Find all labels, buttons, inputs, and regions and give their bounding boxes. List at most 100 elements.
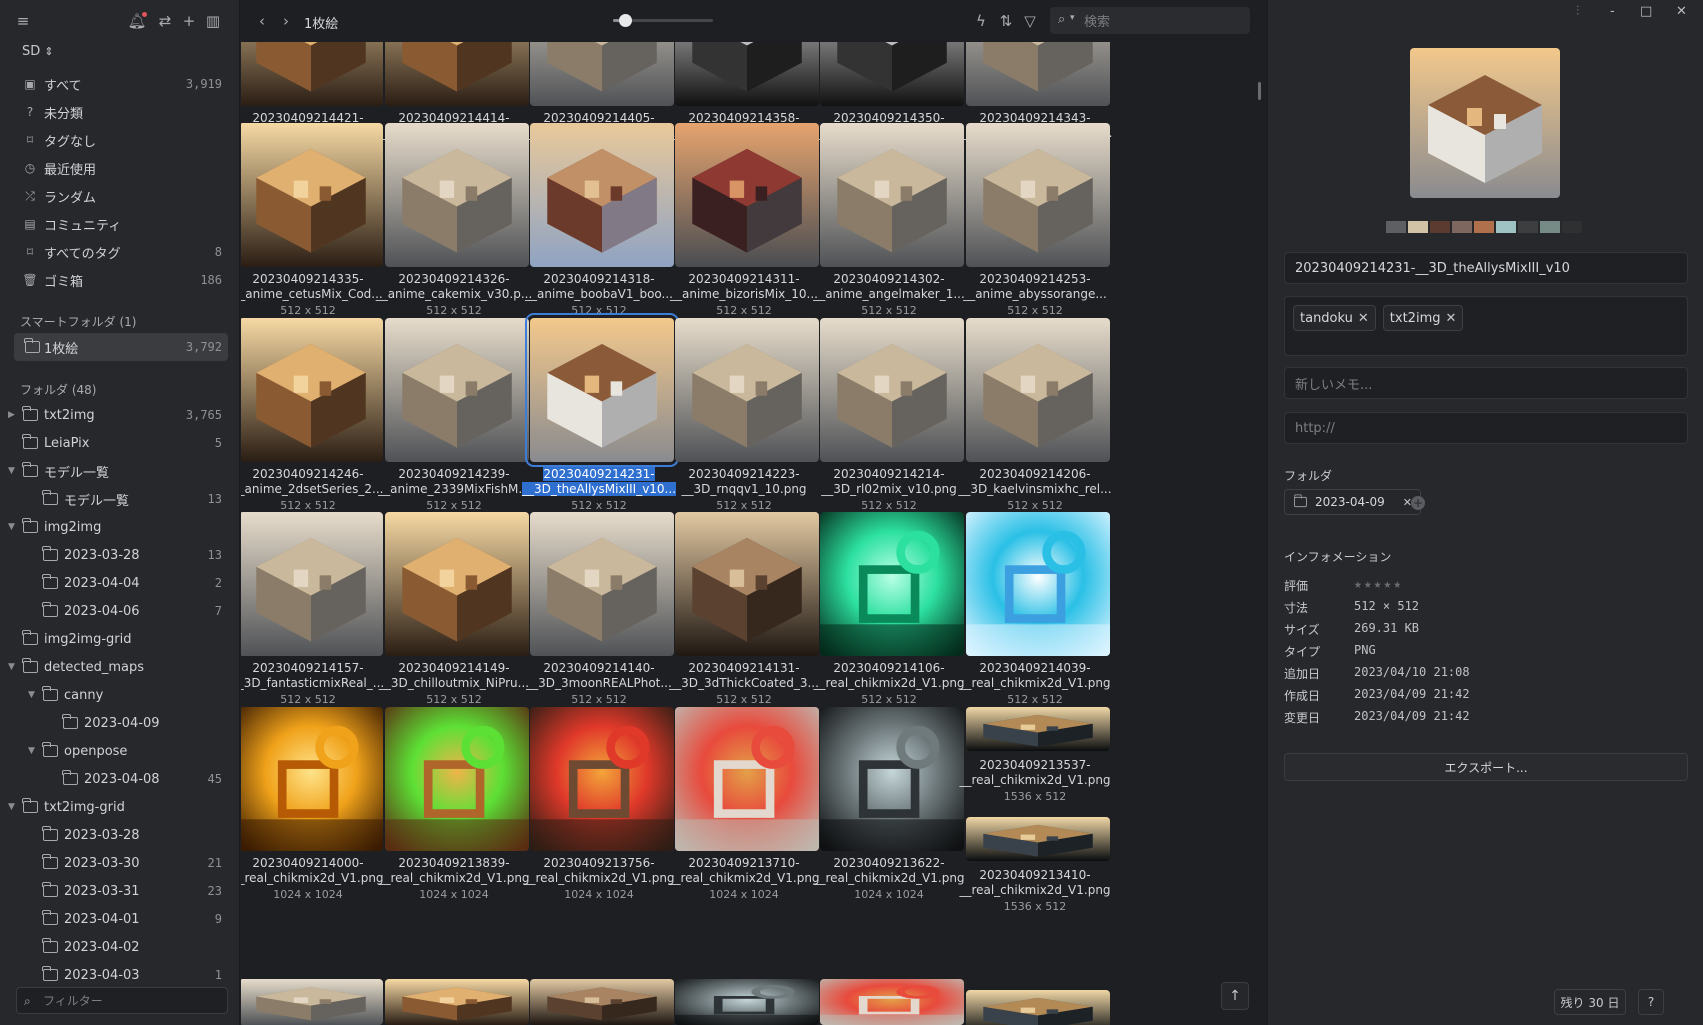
expand-arrow-icon[interactable]: ▼ <box>8 662 15 672</box>
close-window-button[interactable]: ✕ <box>1676 4 1687 19</box>
search-input[interactable]: ⌕ ▾ 検索 <box>1050 7 1250 34</box>
folder-item[interactable]: ▼ canny <box>0 681 240 709</box>
folder-item[interactable]: ▼ img2img <box>0 513 240 541</box>
menu-icon[interactable]: ≡ <box>14 12 32 30</box>
image-thumbnail[interactable] <box>385 707 529 851</box>
folder-item[interactable]: 2023-04-09 <box>0 709 240 737</box>
image-thumbnail[interactable] <box>241 123 383 267</box>
star-icon[interactable]: ★ <box>1354 577 1364 592</box>
image-preview[interactable] <box>1410 48 1560 198</box>
back-icon[interactable]: ‹ <box>253 12 271 30</box>
sidebar-item[interactable]: ▤ コミュニティ <box>0 210 240 238</box>
image-thumbnail[interactable] <box>530 512 674 656</box>
image-thumbnail[interactable] <box>820 979 964 1025</box>
sidebar-item[interactable]: ? 未分類 <box>0 98 240 126</box>
image-thumbnail[interactable] <box>530 123 674 267</box>
star-icon[interactable]: ★ <box>1393 577 1403 592</box>
add-icon[interactable]: + <box>180 12 198 30</box>
image-thumbnail[interactable] <box>241 42 383 106</box>
tag-chip[interactable]: tandoku ✕ <box>1293 305 1376 331</box>
help-button[interactable]: ? <box>1638 989 1664 1015</box>
image-thumbnail[interactable] <box>675 979 819 1025</box>
folder-item[interactable]: 2023-04-01 9 <box>0 905 240 933</box>
folder-item[interactable]: ▼ detected_maps <box>0 653 240 681</box>
image-thumbnail[interactable] <box>385 979 529 1025</box>
zoom-slider-knob[interactable] <box>619 14 632 27</box>
image-thumbnail[interactable] <box>530 42 674 106</box>
image-thumbnail[interactable] <box>820 707 964 851</box>
folder-item[interactable]: 2023-03-28 13 <box>0 541 240 569</box>
smart-folder-item-1maie[interactable]: 1枚絵 3,792 <box>14 333 228 361</box>
folder-item[interactable]: ▼ モデル一覧 <box>0 457 240 485</box>
sidebar-item[interactable]: ▣ すべて 3,919 <box>0 70 240 98</box>
sidebar-item[interactable]: ⌑ すべてのタグ 8 <box>0 238 240 266</box>
scroll-to-top-button[interactable]: ↑ <box>1221 982 1249 1010</box>
sidebar-item[interactable]: ⤮ ランダム <box>0 182 240 210</box>
sidebar-item[interactable]: ⌑ タグなし <box>0 126 240 154</box>
folder-item[interactable]: 2023-04-08 45 <box>0 765 240 793</box>
image-thumbnail[interactable] <box>966 707 1110 751</box>
folder-item[interactable]: 2023-03-31 23 <box>0 877 240 905</box>
star-icon[interactable]: ★ <box>1383 577 1393 592</box>
image-thumbnail[interactable] <box>966 318 1110 462</box>
folder-item[interactable]: ▼ openpose <box>0 737 240 765</box>
folder-item[interactable]: 2023-03-28 <box>0 821 240 849</box>
folder-item[interactable]: LeiaPix 5 <box>0 429 240 457</box>
sidebar-item[interactable]: 🗑︎ ゴミ箱 186 <box>0 266 240 294</box>
image-thumbnail[interactable] <box>820 512 964 656</box>
tag-chip[interactable]: txt2img ✕ <box>1382 305 1464 331</box>
folder-item[interactable]: 2023-04-02 <box>0 933 240 961</box>
image-thumbnail[interactable] <box>241 512 383 656</box>
image-thumbnail[interactable] <box>675 707 819 851</box>
folder-item[interactable]: img2img-grid <box>0 625 240 653</box>
lightning-icon[interactable]: ϟ <box>972 12 990 30</box>
color-swatch[interactable] <box>1386 221 1406 233</box>
forward-icon[interactable]: › <box>277 12 295 30</box>
zoom-slider[interactable] <box>613 14 713 27</box>
library-selector[interactable]: SD ⇕ <box>22 44 54 59</box>
image-thumbnail[interactable] <box>966 990 1110 1025</box>
filter-input[interactable]: ⌕ フィルター <box>16 987 228 1014</box>
image-thumbnail[interactable] <box>966 42 1110 106</box>
add-folder-icon[interactable]: + <box>1411 496 1425 510</box>
folder-item[interactable]: 2023-04-04 2 <box>0 569 240 597</box>
trial-remaining-badge[interactable]: 残り 30 日 <box>1554 989 1626 1015</box>
expand-arrow-icon[interactable]: ▼ <box>28 746 35 756</box>
image-thumbnail[interactable] <box>525 313 679 467</box>
layout-toggle-icon[interactable]: ▥ <box>204 12 222 30</box>
expand-arrow-icon[interactable]: ▼ <box>8 522 15 532</box>
image-thumbnail[interactable] <box>675 318 819 462</box>
color-swatch[interactable] <box>1562 221 1582 233</box>
image-thumbnail[interactable] <box>530 979 674 1025</box>
image-thumbnail[interactable] <box>241 707 383 851</box>
expand-arrow-icon[interactable]: ▶ <box>8 410 15 420</box>
image-thumbnail[interactable] <box>675 123 819 267</box>
export-button[interactable]: エクスポート... <box>1284 753 1688 781</box>
image-thumbnail[interactable] <box>530 707 674 851</box>
url-input[interactable]: http:// <box>1284 412 1688 444</box>
minimize-button[interactable]: - <box>1610 4 1615 19</box>
pin-icon[interactable]: ⫶ <box>1576 4 1579 19</box>
folder-item[interactable]: 2023-04-03 1 <box>0 961 240 989</box>
color-swatch[interactable] <box>1540 221 1560 233</box>
grid-scrollbar[interactable] <box>1258 82 1261 100</box>
star-icon[interactable]: ★ <box>1364 577 1374 592</box>
sort-icon[interactable]: ⇅ <box>997 12 1015 30</box>
image-thumbnail[interactable] <box>385 123 529 267</box>
funnel-filter-icon[interactable]: ▽ <box>1021 12 1039 30</box>
image-thumbnail[interactable] <box>820 318 964 462</box>
remove-tag-icon[interactable]: ✕ <box>1358 311 1369 326</box>
image-thumbnail[interactable] <box>675 512 819 656</box>
chevron-down-icon[interactable]: ▾ <box>1070 13 1075 23</box>
color-swatch[interactable] <box>1408 221 1428 233</box>
folder-item[interactable]: 2023-03-30 21 <box>0 849 240 877</box>
tags-field[interactable]: tandoku ✕ txt2img ✕ <box>1284 296 1688 356</box>
image-thumbnail[interactable] <box>241 979 383 1025</box>
image-thumbnail[interactable] <box>385 512 529 656</box>
image-thumbnail[interactable] <box>966 123 1110 267</box>
folder-item[interactable]: ▶ txt2img 3,765 <box>0 401 240 429</box>
folder-chip[interactable]: 2023-04-09 ✕ <box>1284 489 1421 515</box>
swap-icon[interactable]: ⇄ <box>156 12 174 30</box>
folder-item[interactable]: ▼ txt2img-grid <box>0 793 240 821</box>
image-thumbnail[interactable] <box>966 817 1110 861</box>
